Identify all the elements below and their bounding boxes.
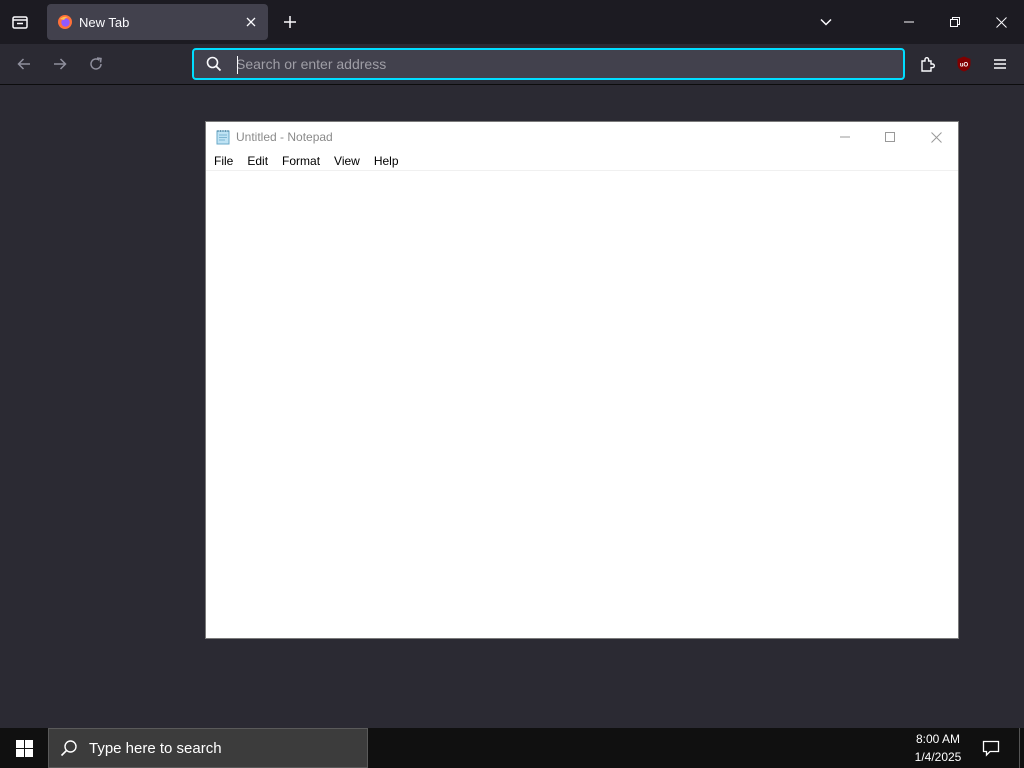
reload-button[interactable]	[81, 49, 111, 79]
notepad-close-button[interactable]	[913, 122, 959, 152]
menu-format[interactable]: Format	[275, 152, 327, 171]
chevron-down-icon	[820, 18, 832, 26]
notepad-maximize-button[interactable]	[867, 122, 913, 152]
ublock-origin-icon: uO	[957, 56, 971, 72]
close-icon	[930, 131, 942, 143]
maximize-icon	[885, 132, 895, 142]
action-center-button[interactable]	[976, 728, 1006, 768]
menu-view[interactable]: View	[327, 152, 367, 171]
browser-tabstrip: New Tab	[0, 0, 1024, 44]
plus-icon	[284, 16, 296, 28]
taskbar: Type here to search 8:00 AM 1/4/2025	[0, 728, 1024, 768]
tab-close-button[interactable]	[239, 10, 263, 34]
minimize-icon	[840, 136, 850, 138]
minimize-icon	[904, 21, 914, 23]
hamburger-menu-icon	[994, 59, 1006, 69]
start-button[interactable]	[0, 728, 48, 768]
browser-navbar: uO	[0, 44, 1024, 85]
reload-icon	[90, 57, 102, 70]
notification-icon	[982, 740, 1000, 757]
list-all-tabs-button[interactable]	[812, 8, 840, 36]
menu-help[interactable]: Help	[367, 152, 406, 171]
notepad-minimize-button[interactable]	[822, 122, 868, 152]
tab-list-button[interactable]	[6, 8, 34, 36]
taskbar-search-box[interactable]: Type here to search	[48, 728, 368, 768]
close-icon	[995, 16, 1007, 28]
text-caret	[237, 56, 238, 74]
firefox-logo-icon	[58, 15, 72, 29]
tab-title: New Tab	[79, 14, 130, 30]
notepad-titlebar[interactable]: Untitled - Notepad	[206, 122, 958, 152]
back-button[interactable]	[9, 49, 39, 79]
address-input[interactable]	[234, 51, 903, 77]
forward-button[interactable]	[45, 49, 75, 79]
show-desktop-button[interactable]	[1019, 728, 1024, 768]
search-icon	[194, 50, 234, 78]
tab-list-icon	[12, 16, 28, 29]
taskbar-search-placeholder: Type here to search	[89, 739, 222, 757]
restore-button[interactable]	[932, 0, 978, 44]
tab-new-tab[interactable]: New Tab	[47, 4, 268, 40]
notepad-text-area[interactable]	[206, 172, 958, 638]
forward-arrow-icon	[54, 58, 67, 70]
notepad-title: Untitled - Notepad	[236, 130, 333, 144]
extensions-button[interactable]	[913, 49, 943, 79]
ublock-origin-button[interactable]: uO	[949, 49, 979, 79]
menu-file[interactable]: File	[207, 152, 240, 171]
notepad-window: Untitled - Notepad File Edit Format View…	[205, 121, 959, 639]
new-tab-button[interactable]	[276, 8, 304, 36]
back-arrow-icon	[17, 58, 30, 70]
windows-logo-icon	[15, 739, 33, 757]
menu-edit[interactable]: Edit	[240, 152, 275, 171]
system-clock[interactable]: 8:00 AM 1/4/2025	[900, 730, 976, 766]
address-bar[interactable]	[192, 48, 905, 80]
puzzle-piece-icon	[921, 57, 935, 72]
close-icon	[246, 17, 256, 27]
app-menu-button[interactable]	[985, 49, 1015, 79]
clock-date: 1/4/2025	[914, 750, 962, 764]
close-window-button[interactable]	[978, 0, 1024, 44]
clock-time: 8:00 AM	[915, 732, 961, 746]
svg-text:uO: uO	[960, 63, 969, 69]
notepad-menubar: File Edit Format View Help	[206, 152, 958, 171]
minimize-button[interactable]	[886, 0, 932, 44]
notepad-icon	[216, 130, 230, 145]
search-icon	[49, 728, 89, 768]
restore-icon	[950, 17, 960, 27]
